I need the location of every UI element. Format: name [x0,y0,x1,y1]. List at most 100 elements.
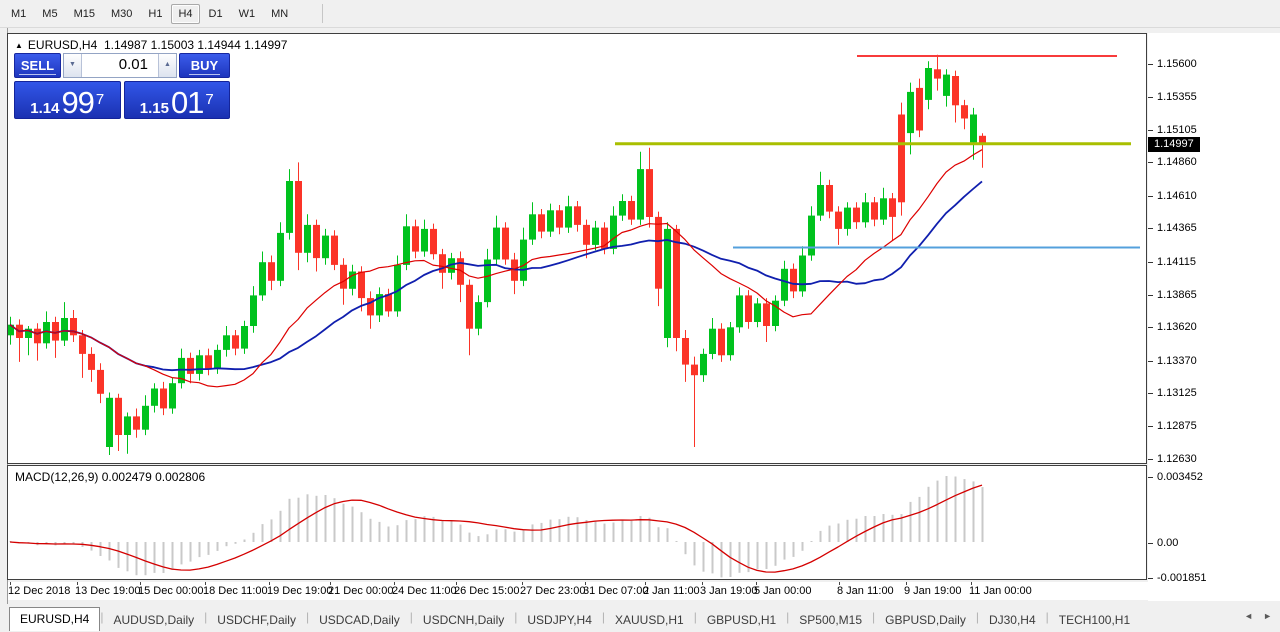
time-axis-label: 13 Dec 19:00 [75,585,140,597]
tabs-scroll-left-button[interactable]: ◄ [1244,611,1253,621]
candle-body [907,92,914,133]
candle-body [610,216,617,249]
price-axis-label: 1.14365 [1157,222,1197,234]
candle-body [736,295,743,327]
candle-body [889,198,896,217]
candle-body [628,201,635,220]
tab-GBPUSD-H1[interactable]: GBPUSD,H1 [697,609,786,631]
tab-GBPUSD-Daily[interactable]: GBPUSD,Daily [875,609,976,631]
volume-stepper: ▼ 0.01 ▲ [63,53,177,78]
price-axis-label: 1.15105 [1157,124,1197,136]
macd-axis-label: 0.003452 [1157,471,1203,483]
timeframe-button-H4[interactable]: H4 [171,4,199,24]
candle-body [331,236,338,265]
tab-TECH100-H1[interactable]: TECH100,H1 [1049,609,1140,631]
buy-button[interactable]: BUY [179,53,230,78]
tab-EURUSD-H4[interactable]: EURUSD,H4 [9,607,100,631]
candle-body [394,265,401,312]
candle-body [304,225,311,253]
candle-body [583,225,590,245]
axis-tick [1148,64,1153,65]
ask-price-box[interactable]: 1.15 01 7 [124,81,231,119]
timeframe-button-M1[interactable]: M1 [4,4,33,24]
chart-title-ohlc: 1.14987 1.15003 1.14944 1.14997 [104,38,288,52]
tab-separator: | [786,610,789,624]
timeframe-button-M30[interactable]: M30 [104,4,139,24]
time-axis-label: 24 Dec 11:00 [392,585,457,597]
macd-values: 0.002479 0.002806 [102,470,205,484]
candle-body [403,226,410,265]
candle-body [340,265,347,289]
time-axis-label: 21 Dec 00:00 [328,585,393,597]
candle-body [646,169,653,217]
timeframe-button-W1[interactable]: W1 [232,4,263,24]
axis-tick [1148,426,1153,427]
candle-body [259,262,266,295]
candle-body [871,202,878,219]
candle-body [223,335,230,350]
time-axis-label: 19 Dec 19:00 [267,585,332,597]
tab-USDCAD-Daily[interactable]: USDCAD,Daily [309,609,410,631]
volume-decrease-button[interactable]: ▼ [64,54,82,77]
one-click-trading-panel: SELL ▼ 0.01 ▲ BUY 1.14 99 7 1.15 01 7 [14,53,230,119]
symbol-triangle-icon: ▲ [15,41,23,50]
volume-input[interactable]: 0.01 [82,54,158,77]
tab-USDCNH-Daily[interactable]: USDCNH,Daily [413,609,514,631]
arrow-right-icon: ► [1263,611,1272,621]
candle-body [763,303,770,326]
volume-increase-button[interactable]: ▲ [158,54,176,77]
tab-separator: | [1046,610,1049,624]
candle-body [493,228,500,260]
axis-tick [1148,262,1153,263]
tab-XAUUSD-H1[interactable]: XAUUSD,H1 [605,609,694,631]
tabs-scroll-right-button[interactable]: ► [1263,611,1272,621]
tab-AUDUSD-Daily[interactable]: AUDUSD,Daily [103,609,204,631]
candle-body [142,406,149,430]
timeframe-button-D1[interactable]: D1 [202,4,230,24]
price-axis-label: 1.13370 [1157,355,1197,367]
timeframe-button-M5[interactable]: M5 [35,4,64,24]
time-axis[interactable]: 12 Dec 201813 Dec 19:0015 Dec 00:0018 De… [8,582,1148,600]
candle-body [169,383,176,408]
candle-body [925,68,932,100]
tab-USDJPY-H4[interactable]: USDJPY,H4 [517,609,601,631]
candle-body [61,318,68,341]
tab-DJ30-H4[interactable]: DJ30,H4 [979,609,1046,631]
price-axis[interactable]: 1.156001.153551.151051.148601.146101.143… [1148,33,1280,601]
candle-body [754,303,761,322]
price-axis-label: 1.13620 [1157,321,1197,333]
candle-body [439,254,446,273]
bid-price-sup: 7 [96,91,104,108]
sell-button[interactable]: SELL [14,53,61,78]
axis-tick [1148,543,1153,544]
timeframe-button-M15[interactable]: M15 [67,4,102,24]
price-axis-label: 1.14115 [1157,256,1196,268]
candle-body [160,389,167,409]
candle-body [808,216,815,256]
axis-tick [1148,477,1153,478]
candle-body [241,326,248,349]
candle-body [322,236,329,259]
candle-body [79,335,86,354]
chart-title: ▲EURUSD,H4 1.14987 1.15003 1.14944 1.149… [15,38,287,52]
bid-price-big: 99 [61,88,93,118]
candle-body [826,185,833,212]
tab-SP500-M15[interactable]: SP500,M15 [789,609,872,631]
bid-price-box[interactable]: 1.14 99 7 [14,81,121,119]
timeframe-button-MN[interactable]: MN [264,4,295,24]
chart-tabs: EURUSD,H4|AUDUSD,Daily|USDCHF,Daily|USDC… [0,604,1280,631]
axis-tick [1148,228,1153,229]
candle-body [574,206,581,225]
timeframe-button-H1[interactable]: H1 [141,4,169,24]
candle-body [619,201,626,216]
price-axis-label: 1.15355 [1157,91,1197,103]
axis-tick [1148,295,1153,296]
tab-separator: | [100,610,103,624]
price-axis-label: 1.12630 [1157,453,1197,465]
candle-body [970,115,977,143]
candle-body [961,105,968,118]
time-axis-label: 5 Jan 00:00 [754,585,812,597]
tab-USDCHF-Daily[interactable]: USDCHF,Daily [207,609,306,631]
candle-body [853,208,860,223]
candle-body [547,210,554,231]
